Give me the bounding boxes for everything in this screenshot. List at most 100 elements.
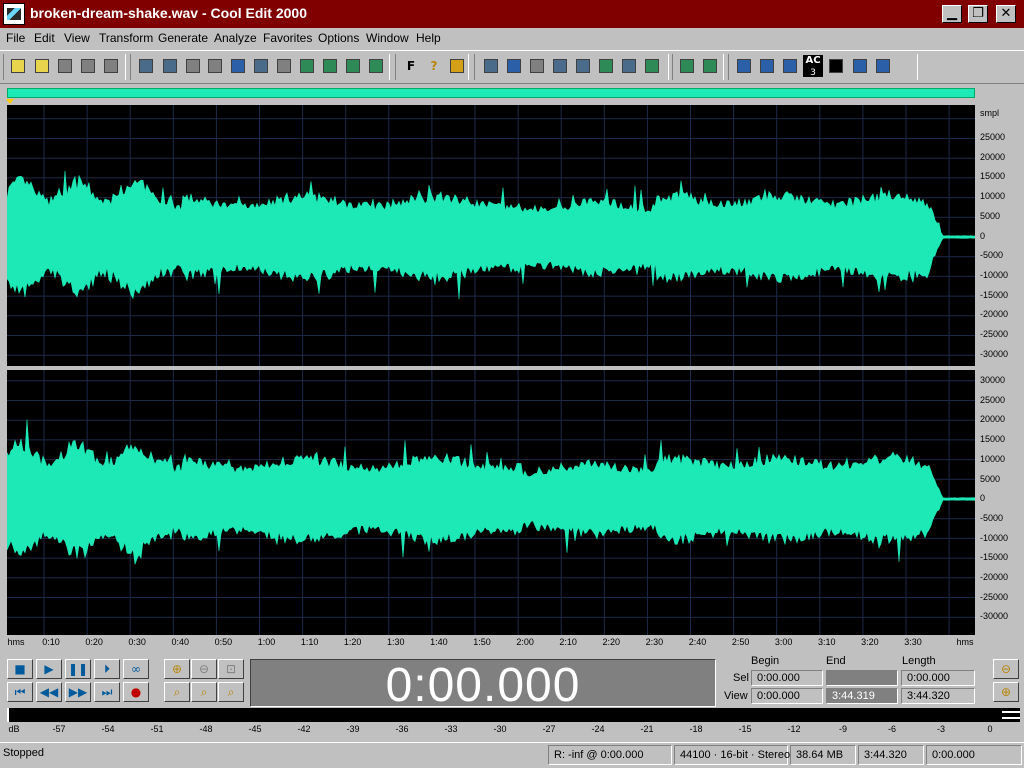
zoom-out-vertical-button[interactable]: ⊖ [993,659,1019,679]
stretch-button[interactable] [550,55,570,77]
loop-button[interactable]: ∞ [123,659,149,679]
undo-icon [139,59,153,73]
pause-button[interactable]: ❚❚ [65,659,91,679]
menu-analyze[interactable]: Analyze [214,31,257,45]
find-button[interactable] [366,55,386,77]
amplitude-tick: -5000 [980,512,1004,523]
help-button[interactable]: ? [424,55,444,77]
zoom-full-button[interactable]: ⊡ [218,659,244,679]
zoom-left-button[interactable]: ⌕ [191,682,217,702]
settings-button[interactable] [700,55,720,77]
view-begin-field[interactable]: 0:00.000 [751,688,823,704]
sel-length-field[interactable]: 0:00.000 [901,670,975,686]
open-file-button[interactable] [32,55,52,77]
edit-waveform-icon [186,59,200,73]
insert-button[interactable] [343,55,363,77]
noise-reduction-button[interactable] [573,55,593,77]
time-ruler-unit-left: hms [7,637,25,647]
sel-begin-field[interactable]: 0:00.000 [751,670,823,686]
menu-options[interactable]: Options [318,31,359,45]
view-length-field[interactable]: 3:44.320 [901,688,975,704]
zoom-left-icon: ⌕ [200,685,208,699]
edit-waveform-button[interactable] [183,55,203,77]
fx-button[interactable] [447,55,467,77]
cd-player-icon [645,59,659,73]
go-end-button[interactable]: ⏭ [94,682,120,702]
normalize-button[interactable] [527,55,547,77]
save-as-button[interactable] [78,55,98,77]
time-ruler[interactable]: hms 0:10 0:20 0:30 0:40 0:50 1:00 1:10 1:20 1:30… [7,635,1020,651]
copy-button[interactable] [228,55,248,77]
paste-button[interactable] [274,55,294,77]
ac3-button[interactable]: AC 3 [803,55,823,78]
view-end-field[interactable]: 3:44.319 [826,688,898,704]
start-marker-icon[interactable] [6,99,14,104]
zoom-in-horizontal-button[interactable]: ⊕ [164,659,190,679]
grid-button[interactable] [780,55,800,77]
channel-divider [7,366,975,370]
zoom-selection-button[interactable]: ⌕ [164,682,190,702]
waveform-display[interactable] [6,105,976,635]
envelope-button[interactable] [504,55,524,77]
menu-edit[interactable]: Edit [34,31,55,45]
record-button[interactable]: ● [123,682,149,702]
loop-play-button[interactable] [160,55,180,77]
zoom-right-button[interactable]: ⌕ [218,682,244,702]
undo-button[interactable] [136,55,156,77]
waves-button[interactable] [757,55,777,77]
note-button[interactable] [873,55,893,77]
amplitude-tick: 0 [980,493,986,504]
play-button[interactable]: ▶ [36,659,62,679]
stop-button[interactable]: ■ [7,659,33,679]
level-tick: -3 [936,724,946,734]
menu-file[interactable]: File [6,31,25,45]
play-to-end-button[interactable]: ⏵ [94,659,120,679]
menu-view[interactable]: View [64,31,90,45]
fast-forward-button[interactable]: ▶▶ [65,682,91,702]
menu-transform[interactable]: Transform [99,31,153,45]
cd-player-button[interactable] [642,55,662,77]
menu-window[interactable]: Window [366,31,409,45]
reverb-button[interactable] [826,55,846,77]
save-button[interactable] [55,55,75,77]
mix-paste-button[interactable] [297,55,317,77]
rewind-button[interactable]: ◀◀ [36,682,62,702]
crop-button[interactable] [320,55,340,77]
close-button[interactable]: ✕ [996,5,1016,23]
zoom-selection-icon: ⌕ [173,685,181,699]
level-tick: -18 [689,724,703,734]
cut-button[interactable] [251,55,271,77]
go-start-icon: ⏮ [14,685,26,699]
filter-button[interactable] [596,55,616,77]
batch-button[interactable] [677,55,697,77]
sel-end-field[interactable] [826,670,898,686]
favorites-button[interactable]: F [401,55,421,77]
menu-favorites[interactable]: Favorites [263,31,312,45]
title-bar[interactable]: broken-dream-shake.wav - Cool Edit 2000 … [0,0,1024,28]
overview-bar[interactable] [7,88,975,98]
zoom-in-vertical-button[interactable]: ⊕ [993,682,1019,702]
amplitude-tick: 10000 [980,453,1006,464]
multitrack-button[interactable] [205,55,225,77]
waveform-svg[interactable] [6,105,976,635]
new-file-button[interactable] [8,55,28,77]
minimize-button[interactable]: ▁ [942,5,962,23]
time-display-value: 0:00.000 [385,659,581,712]
amplify-button[interactable] [481,55,501,77]
maximize-button[interactable]: ❐ [968,5,988,23]
zoom-out-horizontal-button[interactable]: ⊖ [191,659,217,679]
spectrum-button[interactable] [619,55,639,77]
waveform-left-channel[interactable] [6,170,976,300]
app-icon[interactable] [3,3,25,25]
zoom-in-vertical-icon: ⊕ [1000,685,1012,699]
mix-button[interactable] [734,55,754,77]
menu-generate[interactable]: Generate [158,31,208,45]
menu-help[interactable]: Help [416,31,441,45]
go-start-button[interactable]: ⏮ [7,682,33,702]
level-tick: -12 [787,724,801,734]
level-tick: -6 [887,724,897,734]
pitch-button[interactable] [850,55,870,77]
waveform-right-channel[interactable] [6,419,976,565]
save-selection-button[interactable] [101,55,121,77]
status-size: 38.64 MB [790,745,856,765]
